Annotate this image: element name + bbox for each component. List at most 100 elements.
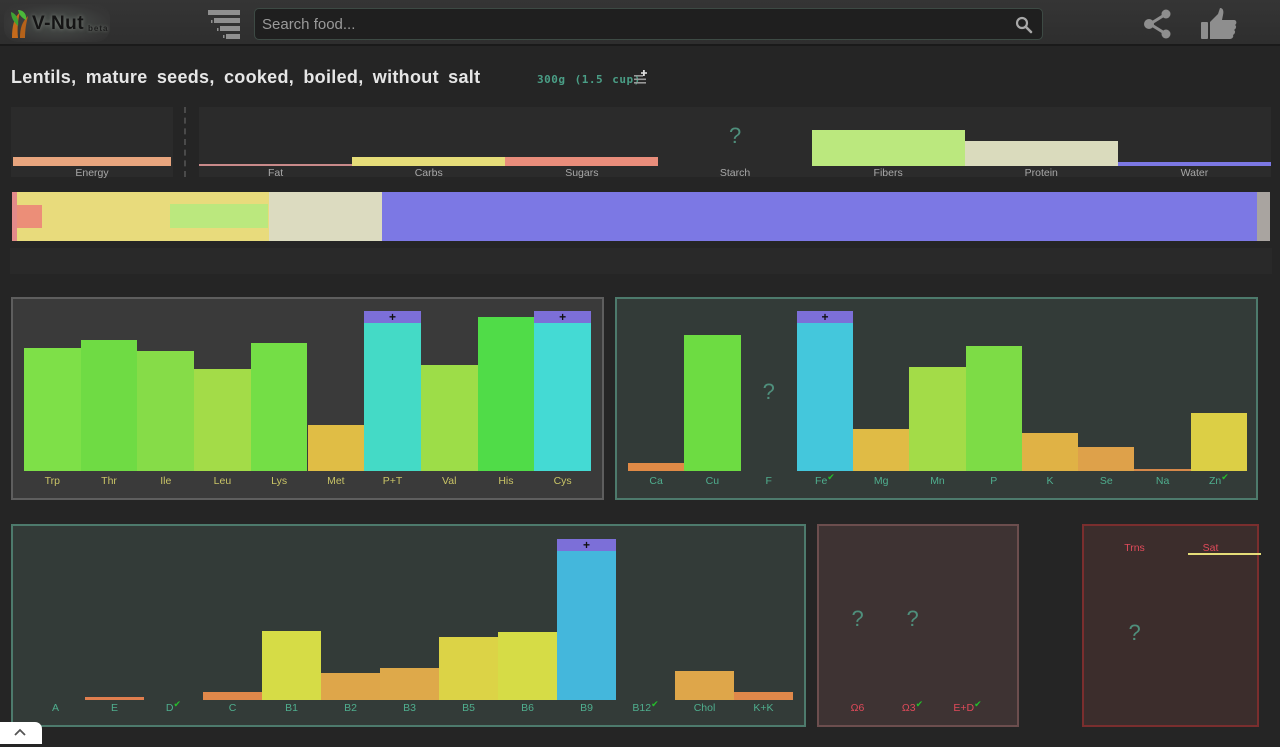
- bar-label-text: Ile: [160, 475, 172, 487]
- bar-label-text: P+T: [382, 475, 403, 487]
- bar-label-fe: Fe✔: [797, 472, 853, 487]
- bar-label-k-k: K+K: [734, 702, 793, 714]
- thumbs-up-icon[interactable]: [1200, 8, 1238, 40]
- composition-segment-water: [381, 192, 1258, 241]
- bar-cu[interactable]: [684, 335, 741, 471]
- bar-label-na: Na: [1134, 475, 1190, 487]
- amino-acids-panel: Trp Thr Ile Leu Lys Met + P+T Val His + Cys: [11, 297, 604, 500]
- bar-ca[interactable]: [628, 463, 685, 471]
- bar-label-b12: B12✔: [616, 699, 675, 714]
- exceeds-plus-icon: +: [534, 311, 591, 323]
- bar-label-6: Ω6: [830, 702, 885, 714]
- bar-lys[interactable]: [250, 343, 308, 471]
- bar-b5[interactable]: [439, 637, 498, 700]
- bar-label-met: Met: [308, 475, 365, 487]
- bar-label-text: Chol: [693, 702, 716, 714]
- bar-sat[interactable]: [1188, 553, 1261, 555]
- vitamins-panel: A E D✔ C B1 B2 B3 B5 B6 + B9 B12✔ Chol K+K: [11, 524, 806, 727]
- unknown-value-icon: ?: [906, 606, 919, 631]
- bar-label-a: A: [26, 702, 85, 714]
- beta-badge: beta: [88, 24, 109, 33]
- macro-label-sugars: Sugars: [565, 167, 599, 179]
- bar-label-text: Mg: [873, 475, 889, 487]
- share-icon[interactable]: [1143, 8, 1173, 40]
- bar-label-p-t: P+T: [364, 475, 421, 487]
- bar-p[interactable]: [965, 346, 1022, 471]
- spacer-band: [10, 248, 1272, 274]
- portion-selector[interactable]: 300g (1.5 cup): [537, 73, 641, 86]
- bar-mn[interactable]: [909, 367, 966, 471]
- bar-label-text: B3: [403, 702, 416, 714]
- bar-label-text: Ω3: [901, 702, 916, 714]
- check-icon: ✔: [974, 699, 982, 709]
- bar-label-text: Se: [1099, 475, 1113, 487]
- macro-label-water: Water: [1180, 167, 1209, 179]
- bar-label-text: Ω6: [850, 702, 865, 714]
- top-bar: V-Nut beta: [0, 0, 1280, 46]
- bar-b9[interactable]: +: [557, 539, 616, 700]
- bar-label-e: E: [85, 702, 144, 714]
- composition-bar: [12, 192, 1270, 241]
- bar-chol[interactable]: [675, 671, 734, 700]
- bar-label-text: Fe: [815, 475, 828, 487]
- macro-bar-energy: [13, 157, 171, 166]
- bar-label-text: D: [165, 702, 174, 714]
- bar-label-trp: Trp: [24, 475, 81, 487]
- bar-fe[interactable]: +: [796, 311, 854, 471]
- bar-thr[interactable]: [80, 339, 138, 471]
- bar-p-t[interactable]: +: [364, 311, 421, 471]
- bar-label-leu: Leu: [194, 475, 251, 487]
- add-list-icon[interactable]: [634, 70, 648, 85]
- unknown-value-icon: ?: [729, 123, 742, 148]
- macro-bar-protein: [964, 141, 1118, 166]
- bar-label-cys: Cys: [534, 475, 591, 487]
- logo-leaf-icon: [11, 10, 28, 38]
- bar-se[interactable]: [1078, 447, 1135, 471]
- bar-met[interactable]: [307, 424, 365, 471]
- bar-label-c: C: [203, 702, 262, 714]
- macro-label-protein: Protein: [1024, 167, 1058, 179]
- bar-ile[interactable]: [137, 351, 195, 471]
- bar-k-k[interactable]: [734, 691, 793, 700]
- bar-label-text: Val: [442, 475, 457, 487]
- bar-label-his: His: [478, 475, 535, 487]
- bar-b2[interactable]: [321, 672, 380, 700]
- logo[interactable]: V-Nut beta: [4, 4, 110, 42]
- bar-label-text: F: [765, 475, 772, 487]
- filter-sort-icon[interactable]: [206, 8, 242, 40]
- check-icon: ✔: [173, 699, 182, 709]
- bar-k[interactable]: [1021, 432, 1079, 471]
- bar-b3[interactable]: [380, 667, 439, 700]
- bar-zn[interactable]: [1190, 413, 1247, 471]
- bar-na[interactable]: [1134, 469, 1191, 471]
- unknown-value-icon: ?: [1128, 620, 1141, 645]
- bar-c[interactable]: [203, 691, 262, 700]
- macro-bar-fat: [199, 164, 353, 166]
- bar-label-text: Trp: [44, 475, 61, 487]
- bar-label-text: Na: [1155, 475, 1170, 487]
- bar-label-text: Cys: [553, 475, 572, 487]
- bar-label-text: His: [498, 475, 514, 487]
- bar-b1[interactable]: [262, 630, 321, 700]
- bar-label-b3: B3: [380, 702, 439, 714]
- macro-label-fibers: Fibers: [873, 167, 903, 179]
- bar-label-text: B6: [521, 702, 534, 714]
- macros-panel: Fat Carbs Sugars? Starch Fibers Protein Water: [199, 107, 1271, 179]
- bar-his[interactable]: [477, 317, 535, 471]
- search-input[interactable]: [262, 9, 1002, 39]
- bar-mg[interactable]: [853, 429, 910, 471]
- logo-text: V-Nut: [32, 13, 85, 34]
- bar-leu[interactable]: [194, 368, 251, 471]
- macro-bar-carbs: [352, 156, 506, 166]
- bar-e[interactable]: [85, 696, 144, 700]
- bar-label-b1: B1: [262, 702, 321, 714]
- bar-trp[interactable]: [24, 347, 81, 471]
- bar-b6[interactable]: [498, 632, 557, 700]
- macro-bar-sugars: [505, 156, 659, 166]
- search-icon[interactable]: [1015, 16, 1033, 34]
- bad-fats-panel: Trns? Sat: [1082, 524, 1261, 727]
- bar-cys[interactable]: +: [534, 311, 591, 471]
- bar-val[interactable]: [420, 365, 478, 471]
- macro-bar-fibers: [811, 130, 965, 166]
- bar-label-k: K: [1022, 475, 1078, 487]
